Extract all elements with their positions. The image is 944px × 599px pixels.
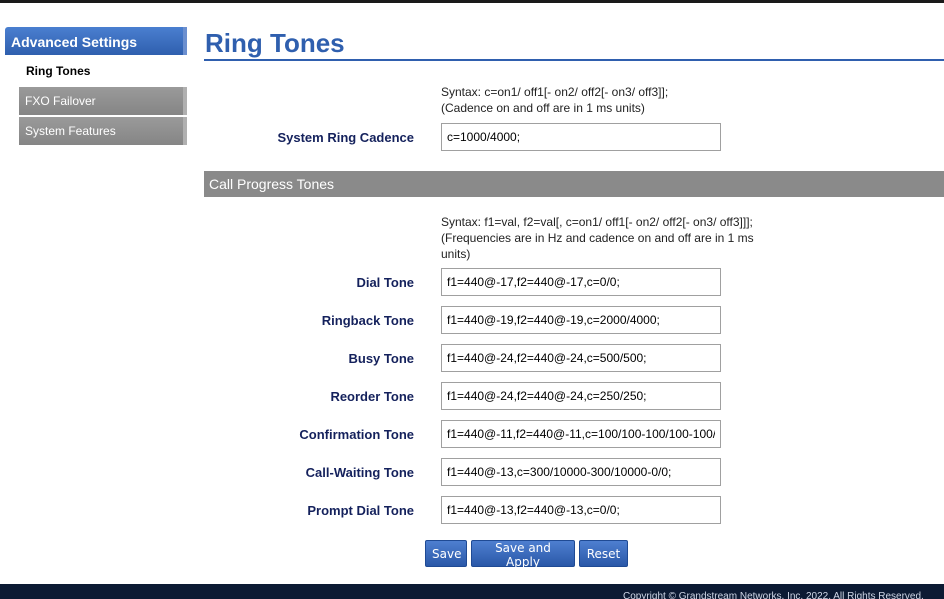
confirmation-tone-input[interactable] <box>441 420 721 448</box>
call-progress-syntax: Syntax: f1=val, f2=val[, c=on1/ off1[- o… <box>441 214 811 262</box>
confirmation-tone-label: Confirmation Tone <box>299 427 414 442</box>
sidebar-item-system-features[interactable]: System Features <box>19 117 187 145</box>
call-waiting-tone-label: Call-Waiting Tone <box>305 465 414 480</box>
system-ring-cadence-label: System Ring Cadence <box>277 130 414 145</box>
call-progress-syntax-line2: (Frequencies are in Hz and cadence on an… <box>441 231 754 245</box>
ring-cadence-syntax: Syntax: c=on1/ off1[- on2/ off2[- on3/ o… <box>441 84 811 116</box>
call-progress-syntax-line3: units) <box>441 247 471 261</box>
dial-tone-label: Dial Tone <box>356 275 414 290</box>
busy-tone-input[interactable] <box>441 344 721 372</box>
prompt-dial-tone-input[interactable] <box>441 496 721 524</box>
ring-cadence-syntax-line1: Syntax: c=on1/ off1[- on2/ off2[- on3/ o… <box>441 85 669 99</box>
page-title: Ring Tones <box>205 28 345 58</box>
busy-tone-label: Busy Tone <box>348 351 415 366</box>
top-border <box>0 0 944 3</box>
title-divider <box>204 59 944 61</box>
call-progress-syntax-line1: Syntax: f1=val, f2=val[, c=on1/ off1[- o… <box>441 215 753 229</box>
system-ring-cadence-input[interactable] <box>441 123 721 151</box>
sidebar-item-ring-tones[interactable]: Ring Tones <box>5 55 187 87</box>
call-waiting-tone-input[interactable] <box>441 458 721 486</box>
sidebar-item-fxo-failover[interactable]: FXO Failover <box>19 87 187 115</box>
ring-cadence-syntax-line2: (Cadence on and off are in 1 ms units) <box>441 101 645 115</box>
footer-copyright: Copyright © Grandstream Networks, Inc. 2… <box>623 591 924 599</box>
save-and-apply-button[interactable]: Save and Apply <box>471 540 575 569</box>
ringback-tone-input[interactable] <box>441 306 721 334</box>
reset-button[interactable]: Reset <box>579 540 628 567</box>
footer: Copyright © Grandstream Networks, Inc. 2… <box>0 584 944 599</box>
reorder-tone-input[interactable] <box>441 382 721 410</box>
dial-tone-input[interactable] <box>441 268 721 296</box>
call-progress-tones-header: Call Progress Tones <box>204 171 944 197</box>
reorder-tone-label: Reorder Tone <box>330 389 414 404</box>
prompt-dial-tone-label: Prompt Dial Tone <box>307 503 414 518</box>
sidebar-header-advanced-settings[interactable]: Advanced Settings <box>5 27 187 55</box>
save-button[interactable]: Save <box>425 540 467 567</box>
ringback-tone-label: Ringback Tone <box>321 313 414 328</box>
sidebar: Advanced Settings Ring Tones FXO Failove… <box>5 27 187 147</box>
